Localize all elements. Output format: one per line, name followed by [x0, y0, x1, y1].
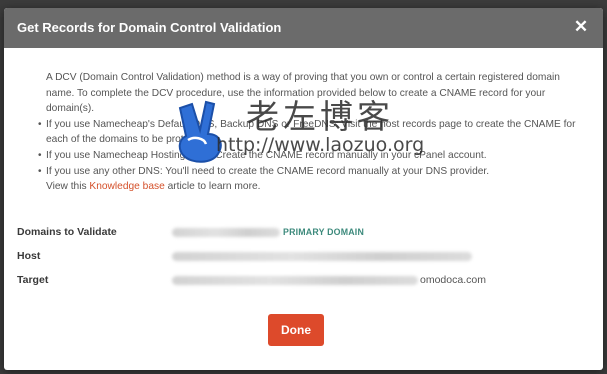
record-fields: Domains to Validate PRIMARY DOMAIN Host … [17, 222, 587, 294]
bullet-default-dns: • If you use Namecheap's Default DNS, Bac… [38, 118, 576, 146]
target-suffix[interactable]: omodoca.com [420, 274, 486, 286]
host-label: Host [17, 250, 41, 262]
knowledge-base-link[interactable]: Knowledge base [89, 181, 164, 192]
bullet-hosting-dns: • If you use Namecheap Hosting DNS: Creat… [38, 149, 487, 161]
bullet-text: If you use Namecheap's Default DNS, Back… [46, 118, 576, 146]
modal-header: Get Records for Domain Control Validatio… [4, 8, 603, 48]
intro-text: A DCV (Domain Control Validation) method… [38, 70, 576, 195]
domains-row: Domains to Validate PRIMARY DOMAIN [17, 222, 587, 246]
intro-bullets: • If you use Namecheap's Default DNS, Bac… [38, 117, 576, 179]
dcv-records-modal: Get Records for Domain Control Validatio… [4, 8, 603, 370]
intro-paragraph: A DCV (Domain Control Validation) method… [46, 72, 560, 115]
kb-suffix: article to learn more. [164, 181, 261, 193]
kb-line: View this Knowledge base article to lear… [46, 179, 576, 195]
target-row: Target omodoca.com [17, 270, 587, 294]
close-icon[interactable]: ✕ [573, 18, 589, 35]
domains-label: Domains to Validate [17, 226, 117, 238]
host-row: Host [17, 246, 587, 270]
done-button[interactable]: Done [268, 314, 324, 346]
bullet-other-dns: • If you use any other DNS: You'll need t… [38, 165, 490, 177]
target-label: Target [17, 274, 49, 286]
bullet-text: If you use Namecheap Hosting DNS: Create… [46, 149, 487, 161]
target-value-redacted[interactable] [172, 276, 418, 285]
primary-domain-badge: PRIMARY DOMAIN [283, 227, 364, 237]
modal-title: Get Records for Domain Control Validatio… [17, 20, 282, 35]
domain-value-redacted [172, 228, 280, 237]
host-value-redacted[interactable] [172, 252, 472, 261]
kb-prefix: View this [46, 181, 90, 193]
bullet-text: If you use any other DNS: You'll need to… [46, 165, 490, 177]
